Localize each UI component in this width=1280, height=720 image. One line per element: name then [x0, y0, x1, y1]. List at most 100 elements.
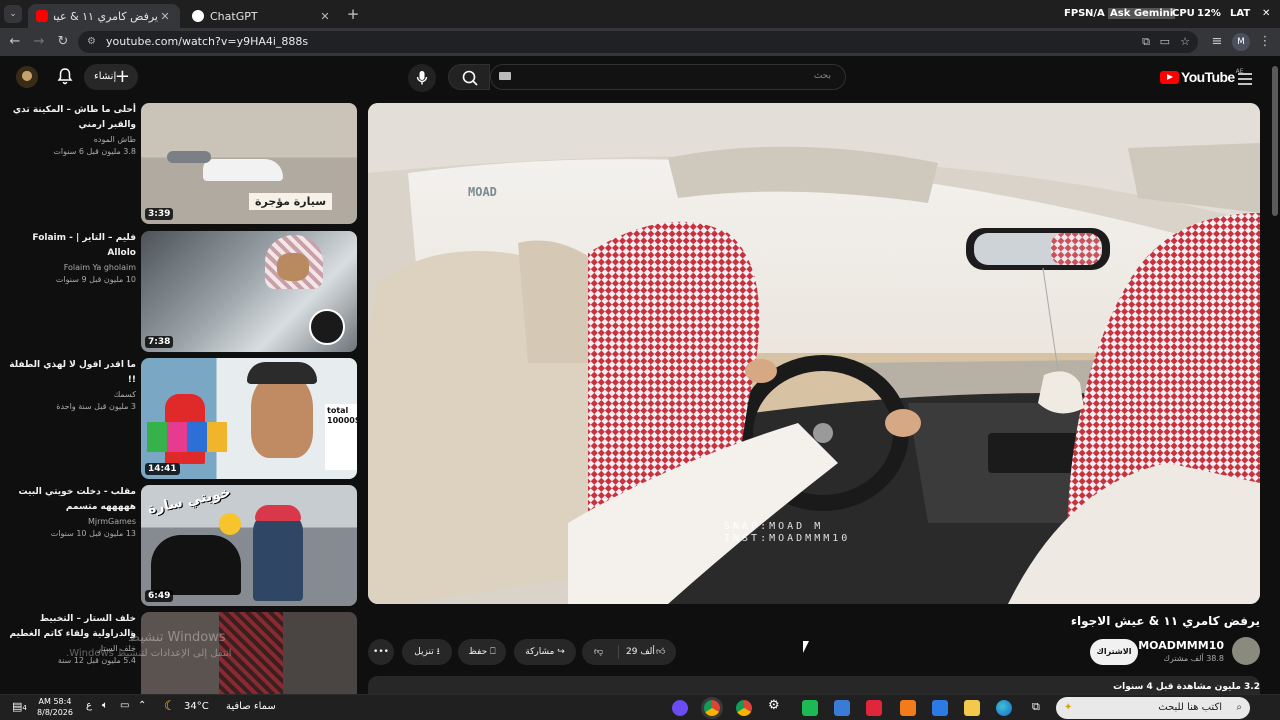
chrome-icon[interactable] — [704, 700, 720, 716]
like-separator — [618, 645, 619, 659]
video-duration: 14:41 — [145, 463, 180, 475]
channel-avatar[interactable] — [1232, 637, 1260, 665]
reading-list-icon[interactable]: ≡ — [1208, 33, 1226, 51]
windows-taskbar: ▤4 AM 58:4 8/8/2026 ع 🔈︎ ▭ ⌃ ☾ 34°C سماء… — [0, 694, 1280, 720]
view-count: 3.8 مليون قبل 6 سنوات — [53, 147, 136, 156]
taskbar-search-input[interactable]: اكتب هنا للبحث ⌕ ✦ — [1056, 697, 1250, 719]
volume-icon[interactable]: 🔈︎ — [102, 700, 118, 716]
input-language[interactable]: ع — [86, 700, 102, 716]
voice-search-button[interactable] — [408, 64, 436, 92]
edge-icon[interactable] — [996, 700, 1012, 716]
boy-shape — [253, 511, 303, 601]
download-label: تنزيل — [414, 647, 434, 657]
youtube-favicon-icon — [36, 10, 48, 22]
more-actions-button[interactable]: ••• — [368, 639, 394, 665]
create-button[interactable]: + إنشاء — [84, 64, 138, 90]
page-scrollbar[interactable] — [1272, 66, 1278, 216]
task-view-icon[interactable]: ⧉ — [1032, 700, 1048, 716]
guide-menu-icon[interactable] — [1238, 70, 1252, 85]
app-icon-green[interactable] — [802, 700, 818, 716]
like-icon[interactable]: 👍︎ — [656, 639, 665, 665]
bookmark-star-icon[interactable]: ☆ — [1180, 31, 1190, 53]
app-icon-red[interactable] — [866, 700, 882, 716]
notifications-bell-icon[interactable] — [56, 67, 74, 85]
search-icon — [462, 70, 478, 86]
recommendation-item[interactable]: total 10000SR 14:41 ما اقدر اقول لا لهذي… — [0, 358, 360, 480]
recommendation-item[interactable]: سيارة مؤجرة 3:39 أحلى ما طاش – المكينة ت… — [0, 103, 360, 225]
account-avatar[interactable] — [16, 66, 38, 88]
fps-value: N/A — [1085, 8, 1105, 19]
like-dislike-group: 👎︎ 29 ألف 👍︎ — [582, 639, 676, 665]
video-thumbnail[interactable]: خويتي سارة 6:49 — [141, 485, 357, 606]
store-icon[interactable] — [834, 700, 850, 716]
system-clock[interactable]: AM 58:4 8/8/2026 — [30, 696, 80, 718]
chrome-alt-icon[interactable] — [736, 700, 752, 716]
app-icon-media[interactable] — [672, 700, 688, 716]
youtube-logo[interactable]: YouTube AE — [1160, 68, 1244, 86]
mail-icon[interactable] — [932, 700, 948, 716]
tab-search-button[interactable]: ⌄ — [4, 5, 22, 23]
download-button[interactable]: تنزيل ⭳ — [402, 639, 452, 665]
window-close-icon[interactable]: ✕ — [1262, 8, 1270, 19]
video-title[interactable]: ما اقدر اقول لا لهذي الطفلة !! — [6, 358, 136, 388]
search-highlight-icon: ✦ — [1064, 702, 1073, 713]
show-hidden-icons[interactable]: ⌃ — [138, 700, 154, 716]
subscriber-count: 38.8 ألف مشترك — [1163, 654, 1224, 663]
close-tab-icon[interactable]: ✕ — [318, 10, 332, 23]
video-title[interactable]: خلف الستار – التخبيط والدراولية ولقاء كا… — [6, 612, 136, 642]
activate-windows-subtitle: انتقل إلى الإعدادات لتنشيط Windows. — [66, 648, 232, 659]
back-icon[interactable]: ← — [6, 33, 24, 51]
channel-name[interactable]: كسمك — [6, 389, 136, 401]
video-thumbnail[interactable]: سيارة مؤجرة 3:39 — [141, 103, 357, 224]
weather-temp[interactable]: 34°C — [184, 701, 209, 712]
app-icon-orange[interactable] — [900, 700, 916, 716]
profile-avatar[interactable]: M — [1232, 33, 1250, 51]
video-title[interactable]: فليم – التاير | Folaim - Allolo — [6, 231, 136, 261]
search-input[interactable]: بحث — [490, 64, 846, 90]
recommendation-item[interactable]: خويتي سارة 6:49 مقلب - دخلت خويتي البيت … — [0, 485, 360, 607]
video-player[interactable]: MOAD SNAP:MOAD M INST:MOADMMM10 — [368, 103, 1260, 604]
settings-gear-icon[interactable]: ⚙ — [768, 698, 784, 714]
recommendation-item[interactable]: 7:38 فليم – التاير | Folaim - Allolo Fol… — [0, 231, 360, 353]
new-tab-button[interactable]: + — [344, 5, 362, 23]
tab-chatgpt[interactable]: ChatGPT ✕ — [184, 4, 340, 28]
dislike-icon[interactable]: 👎︎ — [594, 639, 603, 665]
browser-tab-strip: ⌄ يرفض كامري ١١ & عيش الاجوا ✕ ChatGPT ✕… — [0, 0, 1280, 28]
like-count[interactable]: 29 ألف — [626, 639, 655, 665]
browser-menu-icon[interactable]: ⋮ — [1256, 33, 1274, 51]
reload-icon[interactable]: ↻ — [54, 33, 72, 51]
address-bar[interactable]: ⚙ youtube.com/watch?v=y9HA4i_888s ⧉ ▭ ☆ — [78, 31, 1198, 53]
video-title: يرفض كامري ١١ & عيش الاجواء — [1070, 614, 1260, 628]
lat-label: LAT — [1230, 8, 1251, 19]
weather-condition[interactable]: سماء صافية — [226, 701, 276, 712]
video-thumbnail[interactable]: 7:38 — [141, 231, 357, 352]
youtube-header: + إنشاء بحث YouTube AE — [0, 56, 1280, 98]
video-thumbnail[interactable]: total 10000SR 14:41 — [141, 358, 357, 479]
video-title[interactable]: أحلى ما طاش – المكينة تدي والقبر ارمني — [6, 103, 136, 133]
clock-time: AM 58:4 — [38, 697, 72, 706]
channel-name[interactable]: MjrmGames — [6, 516, 136, 528]
close-tab-icon[interactable]: ✕ — [158, 10, 172, 23]
thumbnail-caption: خويتي سارة — [146, 485, 232, 518]
channel-name[interactable]: MOADMMM10 — [1138, 639, 1224, 652]
file-explorer-icon[interactable] — [964, 700, 980, 716]
ask-gemini-button[interactable]: Ask Gemini — [1108, 8, 1176, 19]
channel-name[interactable]: طاش الموده — [6, 134, 136, 146]
forward-icon[interactable]: → — [30, 33, 48, 51]
tab-youtube[interactable]: يرفض كامري ١١ & عيش الاجوا ✕ — [28, 4, 180, 28]
site-info-icon[interactable]: ⚙ — [87, 31, 96, 53]
translate-icon[interactable]: ⧉ — [1142, 31, 1150, 53]
subscribe-button[interactable]: الاشتراك — [1090, 639, 1138, 665]
network-icon[interactable]: ▭ — [120, 700, 136, 716]
save-button[interactable]: حفظ ⎕ — [458, 639, 506, 665]
install-icon[interactable]: ▭ — [1160, 31, 1170, 53]
taskbar-search-placeholder: اكتب هنا للبحث — [1158, 702, 1222, 713]
video-title[interactable]: مقلب - دخلت خويتي البيت هههههه متسمم — [6, 485, 136, 515]
share-button[interactable]: مشاركة ↪ — [514, 639, 576, 665]
search-button[interactable] — [448, 64, 490, 90]
channel-name[interactable]: Folaim Ya gholaim — [6, 262, 136, 274]
video-watermark-logo: MOAD — [468, 185, 497, 199]
more-horizontal-icon: ••• — [373, 647, 389, 657]
keyboard-icon[interactable] — [499, 72, 511, 80]
notification-center-icon[interactable]: ▤4 — [12, 700, 28, 716]
